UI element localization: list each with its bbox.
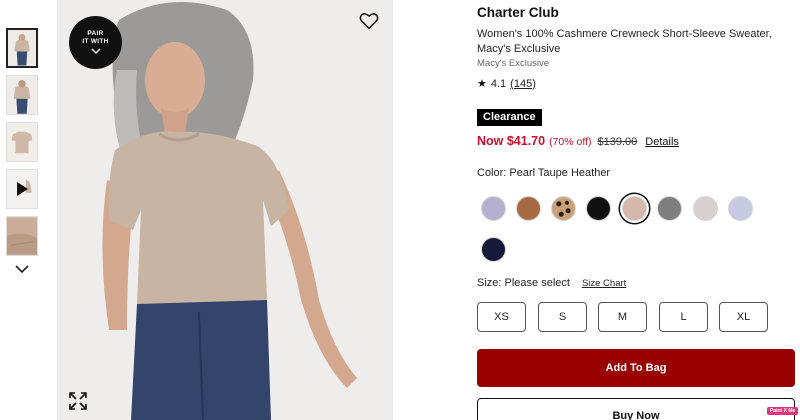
pair-it-with-badge[interactable]: PAIR IT WITH bbox=[69, 16, 122, 69]
thumbnail-3[interactable] bbox=[6, 122, 38, 162]
review-count-link[interactable]: (145) bbox=[510, 78, 536, 90]
brand-name[interactable]: Charter Club bbox=[477, 5, 559, 20]
size-chart-link[interactable]: Size Chart bbox=[582, 278, 626, 289]
product-title: Women's 100% Cashmere Crewneck Short-Sle… bbox=[477, 28, 772, 55]
swatch-light-blue[interactable] bbox=[728, 196, 753, 221]
size-row: Size: Please select Size Chart bbox=[477, 277, 626, 289]
color-label: Color: Pearl Taupe Heather bbox=[477, 167, 611, 179]
swatch-oatmeal[interactable] bbox=[693, 196, 718, 221]
size-xs-button[interactable]: XS bbox=[477, 302, 526, 332]
clearance-tag: Clearance bbox=[477, 109, 542, 126]
thumbnail-list bbox=[6, 28, 40, 263]
swatch-camel[interactable] bbox=[516, 196, 541, 221]
expand-icon[interactable] bbox=[69, 392, 87, 410]
original-price: $139.00 bbox=[597, 136, 638, 148]
thumbnail-2[interactable] bbox=[6, 75, 38, 115]
thumbnail-1[interactable] bbox=[6, 28, 38, 68]
play-icon bbox=[17, 182, 28, 196]
sale-price: Now $41.70 bbox=[477, 134, 546, 148]
swatch-navy[interactable] bbox=[481, 237, 506, 262]
size-s-button[interactable]: S bbox=[538, 302, 587, 332]
product-image[interactable]: PAIR IT WITH bbox=[57, 0, 393, 420]
pair-badge-line1: PAIR bbox=[87, 30, 104, 37]
size-l-button[interactable]: L bbox=[659, 302, 708, 332]
chevron-down-icon bbox=[91, 48, 100, 54]
percent-off: (70% off) bbox=[549, 136, 592, 148]
exclusive-label: Macy's Exclusive bbox=[477, 58, 550, 69]
pair-badge-line2: IT WITH bbox=[82, 38, 109, 45]
add-to-bag-button[interactable]: Add To Bag bbox=[477, 349, 795, 387]
swatch-black[interactable] bbox=[586, 196, 611, 221]
paint-x-me-badge[interactable]: Paint X Me bbox=[767, 407, 799, 415]
size-xl-button[interactable]: XL bbox=[719, 302, 768, 332]
rating: ★ 4.1 (145) bbox=[477, 77, 536, 91]
star-icon: ★ bbox=[477, 78, 487, 90]
thumbnail-video[interactable] bbox=[6, 169, 38, 209]
swatch-grey-heather[interactable] bbox=[657, 196, 682, 221]
price-details-link[interactable]: Details bbox=[645, 136, 679, 148]
price-row: Now $41.70 (70% off) $139.00 Details bbox=[477, 134, 679, 148]
thumbnail-5[interactable] bbox=[6, 216, 38, 256]
heart-icon[interactable] bbox=[359, 12, 379, 30]
rating-value: 4.1 bbox=[490, 77, 507, 90]
size-label: Size: Please select bbox=[477, 277, 570, 289]
chevron-down-icon[interactable] bbox=[15, 262, 29, 276]
size-m-button[interactable]: M bbox=[598, 302, 647, 332]
buy-now-button[interactable]: Buy Now bbox=[477, 398, 795, 420]
swatch-leopard[interactable] bbox=[551, 196, 576, 221]
swatch-lavender[interactable] bbox=[481, 196, 506, 221]
swatch-pearl-taupe-heather[interactable] bbox=[622, 196, 647, 221]
